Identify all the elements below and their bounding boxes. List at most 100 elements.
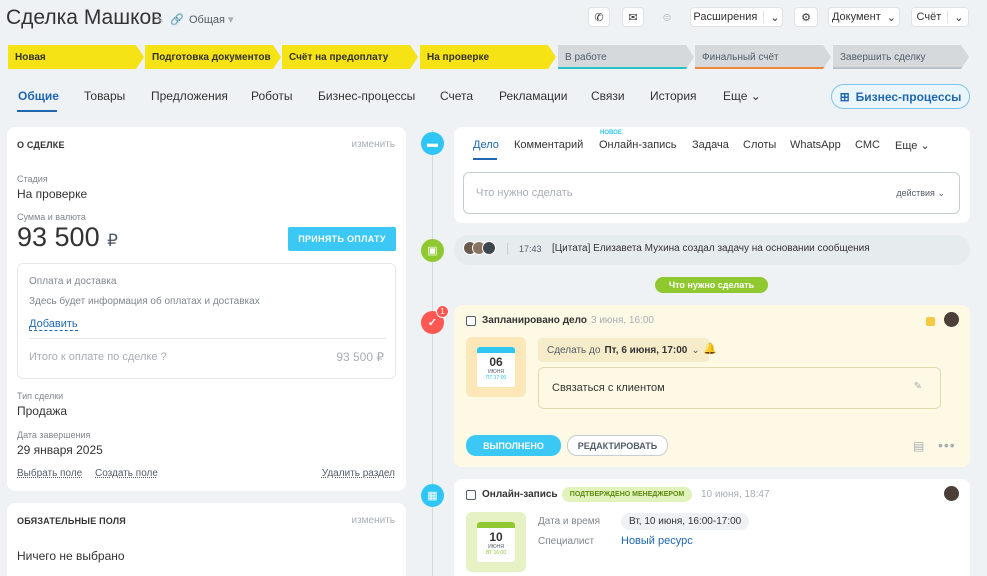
calendar-time: ВТ 16:00 bbox=[486, 550, 506, 556]
timeline-line bbox=[432, 130, 433, 576]
document-label: Документ bbox=[831, 11, 881, 23]
deadline-selector[interactable]: Сделать до Пт, 6 июня, 17:00 ⌄ bbox=[538, 338, 709, 362]
stage-final-invoice[interactable]: Финальный счёт bbox=[695, 45, 831, 69]
extensions-button[interactable]: Расширения ⌄ bbox=[690, 7, 783, 27]
extensions-label: Расширения bbox=[693, 11, 758, 23]
mail-button[interactable]: ✉ bbox=[622, 7, 644, 27]
sum-amount: 93 500 bbox=[17, 222, 100, 252]
stage-in-work[interactable]: В работе bbox=[558, 45, 694, 69]
business-processes-button[interactable]: ⊞ Бизнес-процессы bbox=[831, 84, 970, 109]
todo-input[interactable]: Что нужно сделать действия ⌄ bbox=[463, 172, 960, 214]
empty-value: Ничего не выбрано bbox=[17, 549, 125, 563]
tab-general[interactable]: Общие bbox=[18, 89, 59, 103]
composer-tab-task[interactable]: Дело bbox=[473, 139, 499, 151]
add-payment-link[interactable]: Добавить bbox=[29, 318, 78, 331]
activity-date: 10 июня, 18:47 bbox=[701, 489, 770, 500]
composer-tab-booking[interactable]: Онлайн-запись bbox=[599, 139, 677, 151]
stage-docs[interactable]: Подготовка документов bbox=[145, 45, 281, 69]
chevron-down-icon: ⌄ bbox=[920, 140, 930, 152]
document-button[interactable]: Документ ⌄ bbox=[828, 7, 900, 27]
delete-section-link[interactable]: Удалить раздел bbox=[322, 468, 395, 479]
link-icon[interactable]: 🔗 bbox=[170, 13, 184, 26]
activity-text: Связаться с клиентом bbox=[552, 382, 665, 394]
activity-title: Онлайн-запись bbox=[482, 489, 558, 500]
calendar-icon: 06 ИЮНЯ ПТ 17:00 bbox=[466, 337, 526, 397]
avatar[interactable] bbox=[482, 241, 496, 255]
tab-invoices[interactable]: Счета bbox=[440, 89, 473, 103]
composer-tab-slots[interactable]: Слоты bbox=[743, 139, 776, 151]
invoice-button[interactable]: Счёт ⌄ bbox=[911, 7, 969, 27]
tab-robots[interactable]: Роботы bbox=[251, 89, 293, 103]
avatar[interactable] bbox=[944, 486, 959, 501]
chevron-down-icon: ⌄ bbox=[937, 188, 945, 198]
accept-payment-button[interactable]: ПРИНЯТЬ ОПЛАТУ bbox=[288, 227, 396, 251]
tab-underline bbox=[17, 110, 57, 112]
chevron-down-icon: ⌄ bbox=[954, 11, 964, 24]
stage-close-deal[interactable]: Завершить сделку bbox=[833, 45, 969, 69]
total-value: 93 500 ₽ bbox=[336, 350, 384, 364]
select-field-link[interactable]: Выбрать поле bbox=[17, 468, 82, 479]
activity-text-box[interactable]: Связаться с клиентом ✎ bbox=[538, 367, 941, 409]
currency-sign: ₽ bbox=[107, 231, 118, 250]
sum-value: 93 500 ₽ bbox=[17, 222, 118, 253]
tab-business-processes[interactable]: Бизнес-процессы bbox=[318, 89, 415, 103]
stage-label: В работе bbox=[565, 51, 607, 63]
settings-button[interactable]: ⚙ bbox=[794, 7, 818, 27]
phone-button[interactable]: ✆ bbox=[588, 7, 610, 27]
tab-quotes[interactable]: Предложения bbox=[151, 89, 228, 103]
flow-icon: ⊞ bbox=[839, 89, 850, 104]
composer-tab-whatsapp[interactable]: WhatsApp bbox=[790, 139, 841, 151]
category-selector[interactable]: Общая ▾ bbox=[189, 13, 234, 26]
deadline-value: Пт, 6 июня, 17:00 bbox=[604, 344, 688, 356]
tab-products[interactable]: Товары bbox=[84, 89, 125, 103]
create-field-link[interactable]: Создать поле bbox=[95, 468, 158, 479]
total-label: Итого к оплате по сделке ? bbox=[29, 351, 167, 363]
composer-tab-comment[interactable]: Комментарий bbox=[514, 139, 583, 151]
edit-link[interactable]: изменить bbox=[351, 515, 395, 526]
tab-claims[interactable]: Рекламации bbox=[499, 89, 567, 103]
avatar[interactable] bbox=[944, 312, 959, 327]
actions-dropdown[interactable]: действия ⌄ bbox=[896, 188, 945, 199]
close-date-value: 29 января 2025 bbox=[17, 443, 103, 457]
sum-label: Сумма и валюта bbox=[17, 212, 86, 222]
stage-label: Завершить сделку bbox=[840, 51, 926, 63]
activity-title: Запланировано дело bbox=[482, 315, 587, 326]
complete-checkbox[interactable] bbox=[466, 490, 476, 500]
pencil-icon[interactable]: ✎ bbox=[155, 13, 164, 26]
tab-links[interactable]: Связи bbox=[591, 89, 625, 103]
deadline-prefix: Сделать до bbox=[547, 344, 601, 356]
edit-button[interactable]: РЕДАКТИРОВАТЬ bbox=[567, 435, 668, 456]
chat-button[interactable]: ⊜ bbox=[656, 7, 678, 27]
bell-icon[interactable]: 🔔 bbox=[703, 342, 717, 355]
calendar-icon: 10 ИЮНЯ ВТ 16:00 bbox=[466, 512, 526, 572]
edit-link[interactable]: изменить bbox=[351, 139, 395, 150]
note-icon[interactable]: ▤ bbox=[913, 439, 924, 453]
stage-review[interactable]: На проверке bbox=[420, 45, 556, 69]
business-processes-label: Бизнес-процессы bbox=[855, 89, 962, 104]
composer-tab-more[interactable]: Еще ⌄ bbox=[895, 139, 930, 152]
chevron-down-icon: ⌄ bbox=[886, 11, 896, 24]
section-title: О СДЕЛКЕ bbox=[17, 140, 65, 150]
new-badge: НОВОЕ bbox=[600, 130, 622, 136]
todo-placeholder: Что нужно сделать bbox=[476, 187, 573, 199]
payment-delivery-block: Оплата и доставка Здесь будет информация… bbox=[17, 263, 396, 379]
gear-icon: ⚙ bbox=[801, 11, 811, 24]
stage-new[interactable]: Новая bbox=[8, 45, 144, 69]
complete-checkbox[interactable] bbox=[466, 316, 476, 326]
actions-label: действия bbox=[896, 188, 935, 198]
stage-prepay[interactable]: Счёт на предоплату bbox=[282, 45, 418, 69]
color-tag[interactable] bbox=[926, 317, 935, 326]
chevron-down-icon: ▾ bbox=[228, 14, 234, 26]
composer-tab-todo[interactable]: Задача bbox=[692, 139, 729, 151]
tab-more[interactable]: Еще ⌄ bbox=[723, 89, 761, 103]
more-icon[interactable]: ••• bbox=[938, 437, 956, 453]
composer-tab-sms[interactable]: СМС bbox=[855, 139, 880, 151]
category-label: Общая bbox=[189, 14, 225, 26]
pencil-icon[interactable]: ✎ bbox=[914, 381, 922, 392]
help-icon[interactable]: ? bbox=[161, 351, 167, 363]
done-button[interactable]: ВЫПОЛНЕНО bbox=[466, 435, 561, 456]
payment-placeholder: Здесь будет информация об оплатах и дост… bbox=[29, 296, 260, 307]
specialist-link[interactable]: Новый ресурс bbox=[621, 535, 693, 547]
tab-history[interactable]: История bbox=[650, 89, 697, 103]
stage-label: Стадия bbox=[17, 174, 48, 184]
